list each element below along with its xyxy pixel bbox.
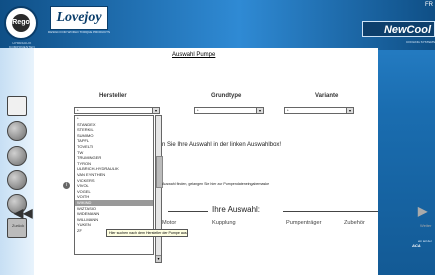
variante-select-value: * (287, 108, 289, 113)
newcool-subtitle: COOLING SYSTEMS (405, 40, 435, 44)
rego-logo: Rego (4, 6, 38, 40)
sidebar-item-bracket-icon[interactable] (7, 170, 27, 190)
ihre-auswahl-heading: Ihre Auswahl: (212, 205, 261, 214)
choice-pumpentraeger[interactable]: Pumpenträger (286, 220, 321, 226)
variante-label: Variante (315, 93, 339, 99)
sidebar-item-pump-icon[interactable] (7, 96, 27, 116)
left-sidebar (0, 48, 34, 275)
choice-kupplung[interactable]: Kupplung (212, 220, 236, 226)
header-banner: Rego HYDRAULIK KOMPONENTEN Lovejoy DESIG… (0, 0, 435, 50)
divider (283, 211, 378, 212)
language-link[interactable]: FR (425, 2, 433, 8)
back-arrow-icon[interactable]: ◀◀ (14, 206, 32, 220)
instruction-text: n Sie Ihre Auswahl in der linken Auswahl… (162, 142, 282, 148)
forward-button-label[interactable]: Weiter (420, 223, 431, 228)
lovejoy-subtitle: DESIGN FOR WORLD TORQUE PRODUCTS (48, 30, 110, 34)
listbox-scrollbar[interactable]: ▾ (155, 115, 163, 263)
grundtype-select-value: * (197, 108, 199, 113)
choice-motor[interactable]: Motor (162, 220, 176, 226)
choice-zubehoer[interactable]: Zubehör (344, 220, 365, 226)
info-icon: i (63, 182, 70, 189)
sidebar-item-coupling-icon[interactable] (7, 146, 27, 166)
rego-logo-mark: Rego (12, 14, 30, 32)
hint-text: Auswahl finden, gelangen Sie hier zur Pu… (162, 182, 270, 186)
grundtype-select[interactable]: * ▾ (194, 107, 264, 114)
sidebar-item-motor-icon[interactable] (7, 121, 27, 141)
hersteller-select-value: * (77, 108, 79, 113)
chevron-down-icon[interactable]: ▾ (256, 108, 263, 113)
hersteller-label: Hersteller (99, 93, 127, 99)
newcool-logo: NewCool (362, 21, 435, 37)
chevron-down-icon[interactable]: ▾ (152, 108, 159, 113)
grundtype-label: Grundtype (211, 93, 242, 99)
scroll-down-icon[interactable]: ▾ (156, 255, 161, 262)
chevron-down-icon[interactable]: ▾ (346, 108, 353, 113)
sidebar-item-tools-icon[interactable] (7, 218, 27, 238)
divider (168, 211, 208, 212)
forward-arrow-icon[interactable]: ▶ (418, 204, 427, 218)
variante-select[interactable]: * ▾ (284, 107, 354, 114)
back-button-label[interactable]: Zurück (12, 223, 24, 228)
hersteller-select[interactable]: * ▾ (74, 107, 160, 114)
page-title[interactable]: Auswahl Pumpe (172, 52, 215, 58)
footer-brand: ACA (412, 243, 421, 248)
lovejoy-logo: Lovejoy (50, 6, 108, 30)
tooltip: Hier suchen nach dem Hersteller der Pump… (106, 229, 188, 237)
